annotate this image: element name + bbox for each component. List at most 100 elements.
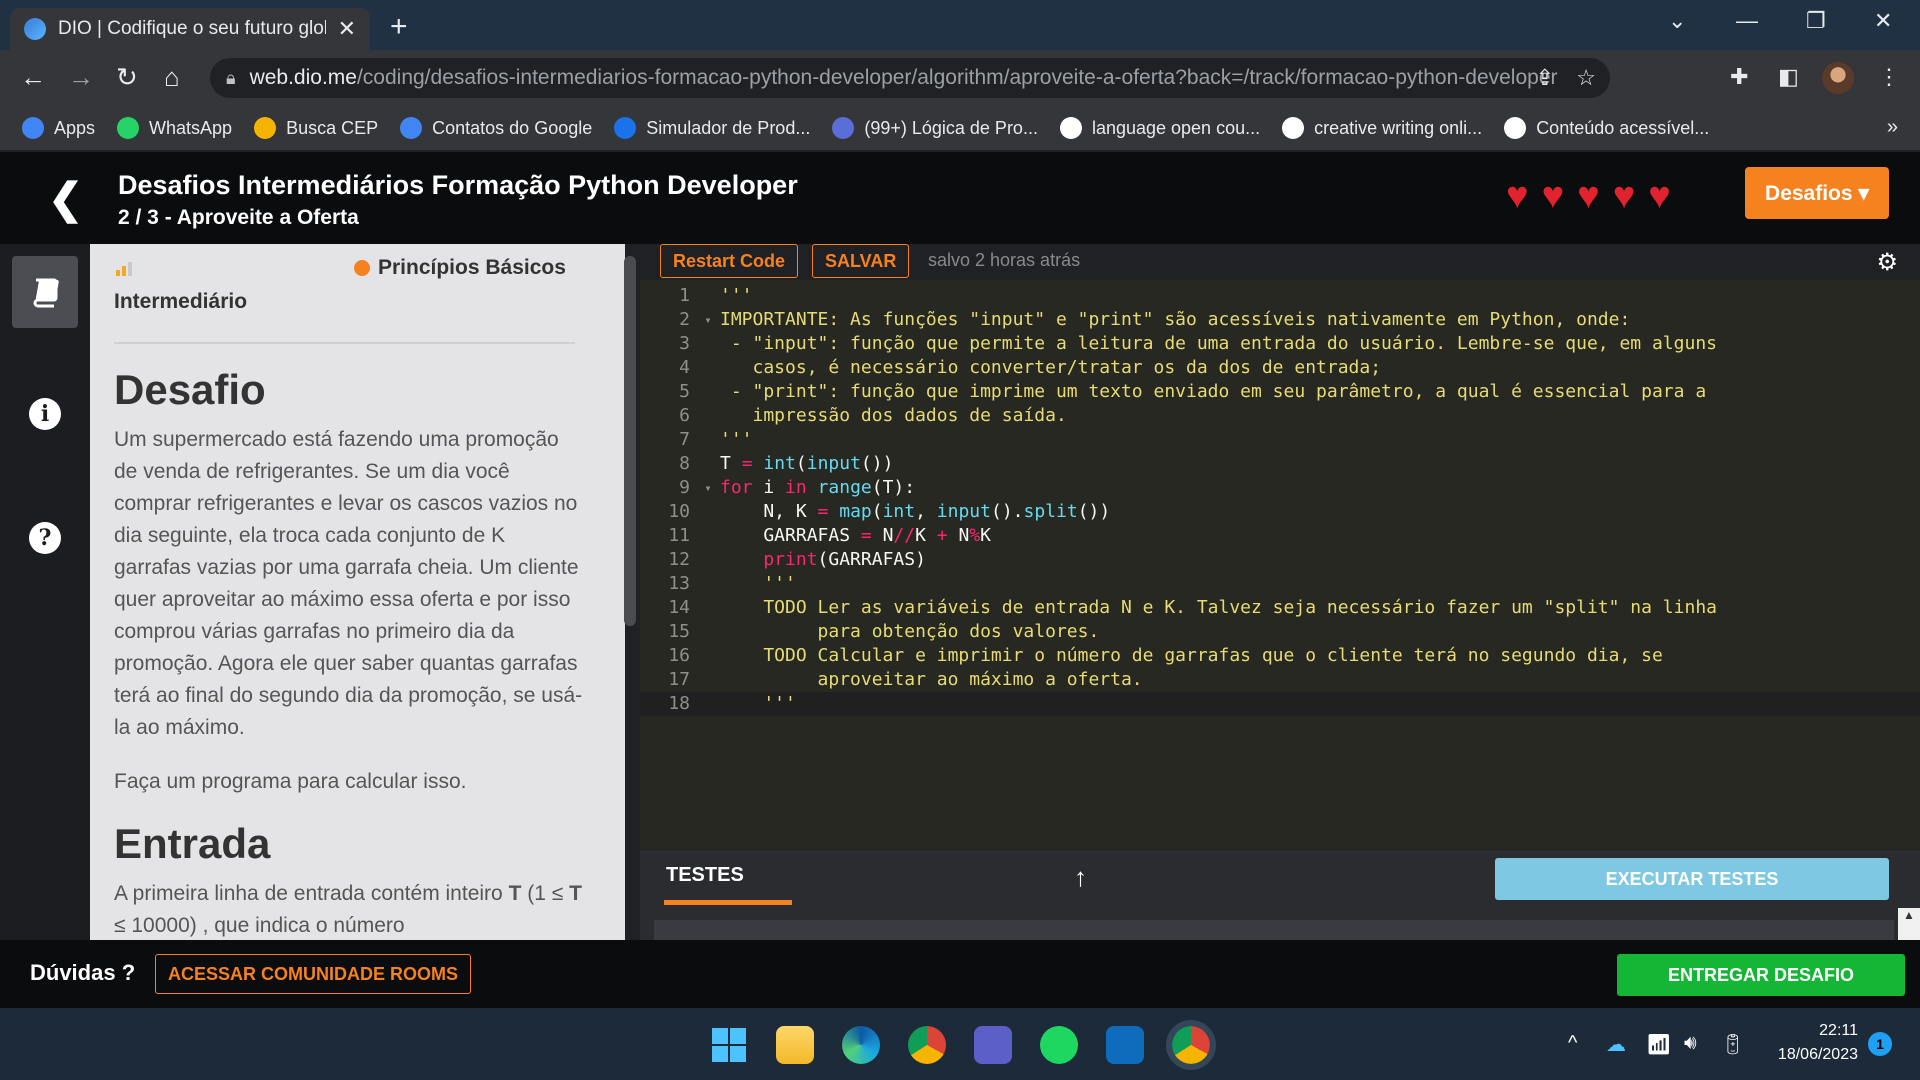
wifi-icon[interactable]: 📶︎	[1646, 1032, 1671, 1057]
clock-date[interactable]: 18/06/2023	[1762, 1046, 1858, 1064]
bookmark-item[interactable]: Conteúdo acessível...	[1504, 117, 1709, 139]
run-tests-button[interactable]: EXECUTAR TESTES	[1495, 858, 1889, 900]
volume-icon[interactable]: 🔊︎	[1684, 1032, 1697, 1055]
clock-time[interactable]: 22:11	[1762, 1022, 1858, 1040]
chrome-icon[interactable]	[908, 1026, 946, 1064]
code-line[interactable]: 3 - "input": função que permite a leitur…	[640, 332, 1920, 356]
bookmark-item[interactable]: creative writing onli...	[1282, 117, 1482, 139]
battery-icon[interactable]: 🔋︎	[1720, 1032, 1745, 1057]
info-tab-button[interactable]: i	[12, 378, 78, 450]
new-tab-button[interactable]: +	[390, 10, 408, 44]
notification-badge[interactable]: 1	[1868, 1032, 1892, 1056]
close-tab-icon[interactable]: ✕	[338, 16, 356, 42]
code-line[interactable]: 9 ▾ for i in range(T):	[640, 476, 1920, 500]
code-line[interactable]: 16 TODO Calcular e imprimir o número de …	[640, 644, 1920, 668]
fold-toggle-icon[interactable]	[696, 380, 720, 404]
more-bookmarks-icon[interactable]: »	[1887, 116, 1898, 139]
forward-arrow-icon[interactable]: →	[68, 62, 94, 93]
tab-tests[interactable]: TESTES	[666, 864, 744, 887]
lock-icon[interactable]: 🔒︎	[226, 68, 236, 89]
tests-scroll-up-icon[interactable]: ▲	[1898, 908, 1920, 940]
code-line[interactable]: 12 print(GARRAFAS)	[640, 548, 1920, 572]
expand-arrow-icon[interactable]: ↑	[1074, 862, 1087, 893]
chrome-active-icon[interactable]	[1166, 1020, 1216, 1070]
desafios-dropdown-button[interactable]: Desafios ▾	[1745, 167, 1889, 219]
fold-toggle-icon[interactable]	[696, 404, 720, 428]
fold-toggle-icon[interactable]: ▾	[696, 308, 720, 332]
onedrive-icon[interactable]: ☁	[1606, 1032, 1626, 1057]
code-line[interactable]: 18 '''	[640, 692, 1920, 716]
code-line[interactable]: 17 aproveitar ao máximo a oferta.	[640, 668, 1920, 692]
bookmark-star-icon[interactable]: ☆	[1576, 65, 1596, 91]
restart-code-button[interactable]: Restart Code	[660, 244, 799, 278]
extensions-icon[interactable]: ✚	[1730, 64, 1748, 90]
heart-icon: ♥	[1612, 175, 1636, 217]
bookmark-item[interactable]: Contatos do Google	[400, 117, 592, 139]
edge-icon[interactable]	[842, 1026, 880, 1064]
bookmark-item[interactable]: (99+) Lógica de Pro...	[832, 117, 1038, 139]
code-line[interactable]: 14 TODO Ler as variáveis de entrada N e …	[640, 596, 1920, 620]
file-explorer-icon[interactable]	[776, 1026, 814, 1064]
tab-search-icon[interactable]: ⌄	[1668, 8, 1686, 34]
code-line[interactable]: 10 N, K = map(int, input().split())	[640, 500, 1920, 524]
code-line[interactable]: 2 ▾ IMPORTANTE: As funções "input" e "prin…	[640, 308, 1920, 332]
code-lines[interactable]: 1 ''' 2 ▾ IMPORTANTE: As funções "input" e "…	[640, 284, 1920, 716]
code-line[interactable]: 5 - "print": função que imprime um texto…	[640, 380, 1920, 404]
code-line[interactable]: 15 para obtenção dos valores.	[640, 620, 1920, 644]
bookmark-item[interactable]: language open cou...	[1059, 117, 1260, 139]
bookmark-item[interactable]: Apps	[22, 117, 95, 139]
fold-toggle-icon[interactable]	[696, 620, 720, 644]
fold-toggle-icon[interactable]	[696, 548, 720, 572]
bookmark-item[interactable]: Simulador de Prod...	[614, 117, 810, 139]
restore-icon[interactable]: ❐	[1806, 8, 1826, 34]
gear-icon[interactable]: ⚙	[1876, 248, 1898, 277]
home-icon[interactable]: ⌂	[164, 62, 180, 93]
fold-toggle-icon[interactable]	[696, 692, 720, 716]
fold-toggle-icon[interactable]	[696, 596, 720, 620]
bookmark-item[interactable]: WhatsApp	[117, 117, 232, 139]
browser-tab[interactable]: DIO | Codifique o seu futuro glob ✕	[10, 8, 370, 50]
fold-toggle-icon[interactable]	[696, 284, 720, 308]
back-arrow-icon[interactable]: ←	[20, 62, 46, 93]
share-icon[interactable]: ⇪	[1536, 65, 1554, 91]
code-line[interactable]: 11 GARRAFAS = N//K + N%K	[640, 524, 1920, 548]
outlook-icon[interactable]	[1106, 1026, 1144, 1064]
bookmark-favicon-icon	[254, 117, 277, 139]
fold-toggle-icon[interactable]	[696, 500, 720, 524]
back-chevron-icon[interactable]: ❮	[48, 174, 83, 223]
fold-toggle-icon[interactable]	[696, 572, 720, 596]
community-rooms-button[interactable]: ACESSAR COMUNIDADE ROOMS	[155, 954, 472, 994]
description-scrollbar[interactable]	[624, 256, 636, 626]
teams-icon[interactable]	[974, 1026, 1012, 1064]
code-line[interactable]: 1 '''	[640, 284, 1920, 308]
fold-toggle-icon[interactable]	[696, 452, 720, 476]
fold-toggle-icon[interactable]	[696, 644, 720, 668]
profile-avatar[interactable]	[1822, 62, 1854, 94]
code-line[interactable]: 8 T = int(input())	[640, 452, 1920, 476]
submit-challenge-button[interactable]: ENTREGAR DESAFIO	[1617, 954, 1905, 996]
code-line[interactable]: 4 casos, é necessário converter/tratar o…	[640, 356, 1920, 380]
code-line[interactable]: 6 impressão dos dados de saída.	[640, 404, 1920, 428]
fold-toggle-icon[interactable]	[696, 332, 720, 356]
side-panel-icon[interactable]: ◧	[1778, 64, 1799, 90]
menu-dots-icon[interactable]: ⋮	[1878, 64, 1900, 90]
fold-toggle-icon[interactable]: ▾	[696, 476, 720, 500]
bookmark-item[interactable]: Busca CEP	[254, 117, 378, 139]
close-window-icon[interactable]: ✕	[1874, 8, 1892, 34]
description-tab-button[interactable]	[12, 256, 78, 328]
fold-toggle-icon[interactable]	[696, 668, 720, 692]
code-editor[interactable]: Restart Code SALVAR salvo 2 horas atrás …	[640, 244, 1920, 849]
fold-toggle-icon[interactable]	[696, 356, 720, 380]
tray-overflow-icon[interactable]: ^	[1568, 1032, 1577, 1055]
save-button[interactable]: SALVAR	[812, 244, 910, 278]
help-tab-button[interactable]: ?	[12, 502, 78, 574]
minimize-icon[interactable]: —	[1736, 8, 1758, 34]
spotify-icon[interactable]	[1040, 1026, 1078, 1064]
reload-icon[interactable]: ↻	[116, 62, 138, 93]
fold-toggle-icon[interactable]	[696, 524, 720, 548]
address-bar[interactable]: 🔒︎ web.dio.me /coding/desafios-intermedi…	[210, 58, 1610, 98]
windows-start-icon[interactable]	[710, 1026, 748, 1064]
code-line[interactable]: 7 '''	[640, 428, 1920, 452]
code-line[interactable]: 13 '''	[640, 572, 1920, 596]
fold-toggle-icon[interactable]	[696, 428, 720, 452]
